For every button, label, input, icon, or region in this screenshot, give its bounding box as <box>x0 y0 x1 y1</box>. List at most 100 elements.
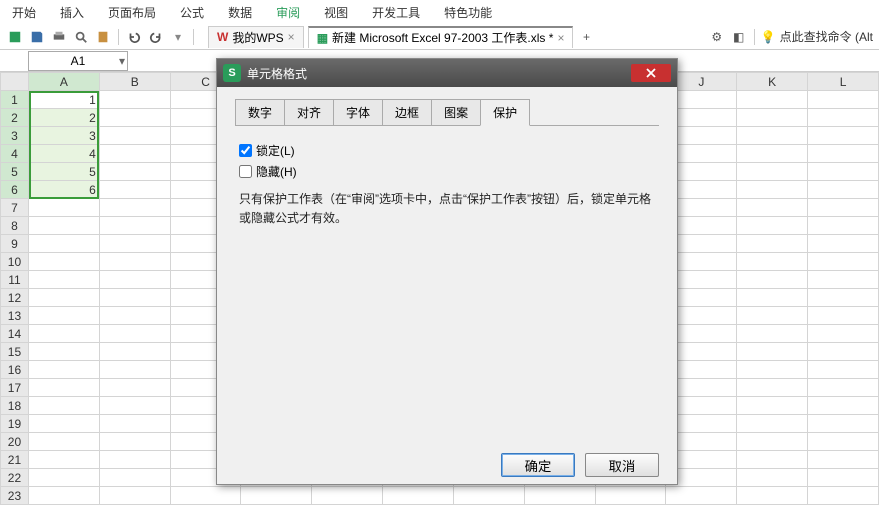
cell-K23[interactable] <box>737 487 808 505</box>
cell-A14[interactable] <box>28 325 99 343</box>
cell-K11[interactable] <box>737 271 808 289</box>
cell-K22[interactable] <box>737 469 808 487</box>
cell-L7[interactable] <box>808 199 879 217</box>
undo-icon[interactable] <box>125 28 143 46</box>
menu-item-7[interactable]: 开发工具 <box>372 4 420 21</box>
cell-D23[interactable] <box>241 487 312 505</box>
cell-L22[interactable] <box>808 469 879 487</box>
ok-button[interactable]: 确定 <box>501 453 575 477</box>
cell-L17[interactable] <box>808 379 879 397</box>
cell-A12[interactable] <box>28 289 99 307</box>
close-icon[interactable]: × <box>288 30 295 44</box>
save-icon[interactable] <box>28 28 46 46</box>
cell-B20[interactable] <box>99 433 170 451</box>
cell-A2[interactable]: 2 <box>28 109 99 127</box>
dialog-tab-1[interactable]: 对齐 <box>284 99 334 126</box>
skin-icon[interactable]: ◧ <box>730 28 748 46</box>
lock-checkbox[interactable] <box>239 144 252 157</box>
cell-A22[interactable] <box>28 469 99 487</box>
cell-A7[interactable] <box>28 199 99 217</box>
row-header-20[interactable]: 20 <box>1 433 29 451</box>
settings-icon[interactable]: ⚙ <box>708 28 726 46</box>
cell-A5[interactable]: 5 <box>28 163 99 181</box>
dropdown-icon[interactable]: ▾ <box>169 28 187 46</box>
cell-B14[interactable] <box>99 325 170 343</box>
redo-icon[interactable] <box>147 28 165 46</box>
cell-L6[interactable] <box>808 181 879 199</box>
cell-L9[interactable] <box>808 235 879 253</box>
cell-L3[interactable] <box>808 127 879 145</box>
cell-A4[interactable]: 4 <box>28 145 99 163</box>
cell-L1[interactable] <box>808 91 879 109</box>
cell-B3[interactable] <box>99 127 170 145</box>
cell-L16[interactable] <box>808 361 879 379</box>
hide-checkbox[interactable] <box>239 165 252 178</box>
cell-G23[interactable] <box>453 487 524 505</box>
cell-K8[interactable] <box>737 217 808 235</box>
cell-K18[interactable] <box>737 397 808 415</box>
menu-item-3[interactable]: 公式 <box>180 4 204 21</box>
dialog-tab-2[interactable]: 字体 <box>333 99 383 126</box>
cell-L14[interactable] <box>808 325 879 343</box>
cell-B4[interactable] <box>99 145 170 163</box>
hide-checkbox-row[interactable]: 隐藏(H) <box>239 163 655 180</box>
cell-K5[interactable] <box>737 163 808 181</box>
menu-item-8[interactable]: 特色功能 <box>444 4 492 21</box>
cell-L13[interactable] <box>808 307 879 325</box>
cell-A11[interactable] <box>28 271 99 289</box>
cell-A23[interactable] <box>28 487 99 505</box>
menu-item-1[interactable]: 插入 <box>60 4 84 21</box>
cell-A19[interactable] <box>28 415 99 433</box>
cell-L4[interactable] <box>808 145 879 163</box>
cell-H23[interactable] <box>524 487 595 505</box>
row-header-14[interactable]: 14 <box>1 325 29 343</box>
cell-A20[interactable] <box>28 433 99 451</box>
cell-A17[interactable] <box>28 379 99 397</box>
cell-A6[interactable]: 6 <box>28 181 99 199</box>
row-header-5[interactable]: 5 <box>1 163 29 181</box>
cell-E23[interactable] <box>312 487 383 505</box>
dialog-tab-0[interactable]: 数字 <box>235 99 285 126</box>
row-header-2[interactable]: 2 <box>1 109 29 127</box>
cell-K4[interactable] <box>737 145 808 163</box>
cell-A21[interactable] <box>28 451 99 469</box>
cell-L11[interactable] <box>808 271 879 289</box>
cell-K20[interactable] <box>737 433 808 451</box>
menu-item-0[interactable]: 开始 <box>12 4 36 21</box>
cell-B6[interactable] <box>99 181 170 199</box>
search-command-hint[interactable]: 点此查找命令 (Alt <box>780 28 873 45</box>
cell-K19[interactable] <box>737 415 808 433</box>
doc-tab-wps[interactable]: W 我的WPS × <box>208 26 304 48</box>
lock-checkbox-row[interactable]: 锁定(L) <box>239 142 655 159</box>
cell-L20[interactable] <box>808 433 879 451</box>
row-header-12[interactable]: 12 <box>1 289 29 307</box>
cell-K2[interactable] <box>737 109 808 127</box>
row-header-15[interactable]: 15 <box>1 343 29 361</box>
cell-B11[interactable] <box>99 271 170 289</box>
dropdown-icon[interactable]: ▾ <box>119 54 125 68</box>
doc-tab-excel[interactable]: ▦ 新建 Microsoft Excel 97-2003 工作表.xls * × <box>308 26 574 48</box>
cell-A1[interactable]: 1 <box>28 91 99 109</box>
home-icon[interactable] <box>6 28 24 46</box>
row-header-8[interactable]: 8 <box>1 217 29 235</box>
row-header-6[interactable]: 6 <box>1 181 29 199</box>
dialog-tab-3[interactable]: 边框 <box>382 99 432 126</box>
cell-B21[interactable] <box>99 451 170 469</box>
row-header-11[interactable]: 11 <box>1 271 29 289</box>
cell-K17[interactable] <box>737 379 808 397</box>
cell-K6[interactable] <box>737 181 808 199</box>
cell-J23[interactable] <box>666 487 737 505</box>
row-header-13[interactable]: 13 <box>1 307 29 325</box>
cell-K1[interactable] <box>737 91 808 109</box>
cell-L21[interactable] <box>808 451 879 469</box>
dialog-tab-4[interactable]: 图案 <box>431 99 481 126</box>
cell-K21[interactable] <box>737 451 808 469</box>
row-header-4[interactable]: 4 <box>1 145 29 163</box>
row-header-7[interactable]: 7 <box>1 199 29 217</box>
col-header-B[interactable]: B <box>99 73 170 91</box>
cell-K3[interactable] <box>737 127 808 145</box>
select-all-corner[interactable] <box>1 73 29 91</box>
row-header-22[interactable]: 22 <box>1 469 29 487</box>
cell-B1[interactable] <box>99 91 170 109</box>
cell-L12[interactable] <box>808 289 879 307</box>
